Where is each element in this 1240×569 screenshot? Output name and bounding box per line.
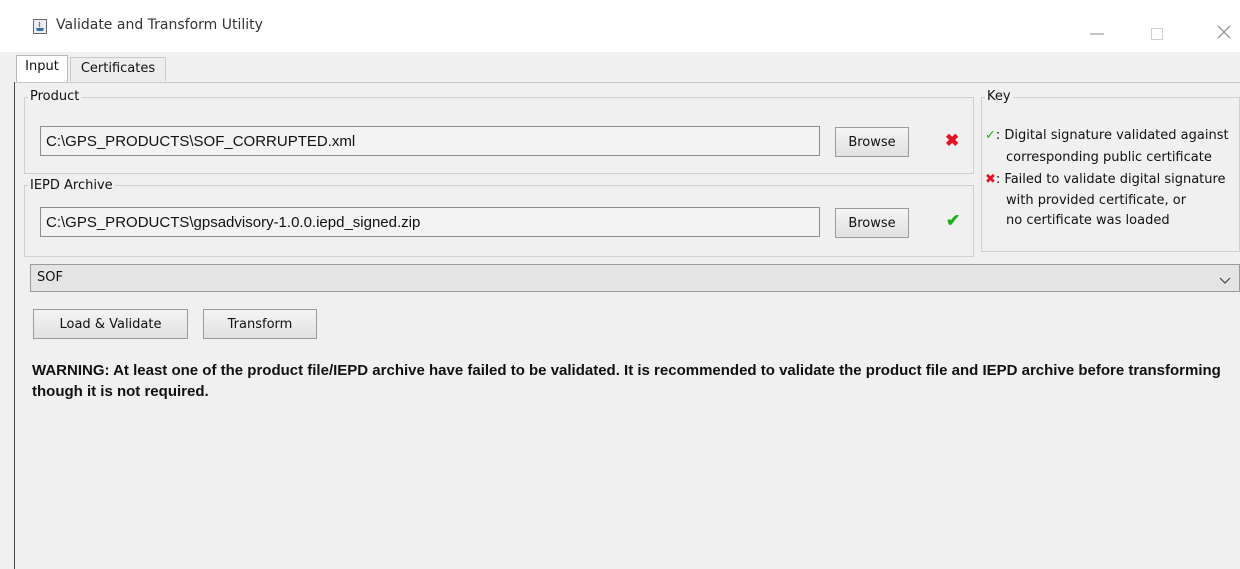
title-bar: Validate and Transform Utility: [0, 0, 1240, 52]
window-title: Validate and Transform Utility: [56, 17, 263, 33]
green-check-icon: ✔: [946, 211, 961, 230]
product-browse-button[interactable]: Browse: [835, 127, 909, 157]
panel-border: [14, 82, 15, 569]
transform-button[interactable]: Transform: [203, 309, 317, 339]
key-valid-line: ✓: Digital signature validated against: [985, 128, 1229, 143]
tab-divider: [16, 82, 1240, 83]
x-icon: ✖: [985, 172, 996, 187]
app-window: Validate and Transform Utility Input Cer…: [0, 0, 1240, 569]
close-icon[interactable]: [1194, 8, 1240, 44]
iepd-group-label: IEPD Archive: [28, 178, 115, 193]
iepd-browse-button[interactable]: Browse: [835, 208, 909, 238]
red-x-icon: ✖: [945, 131, 960, 150]
key-valid-text-1: : Digital signature validated against: [995, 128, 1229, 143]
iepd-path-field[interactable]: C:\GPS_PRODUCTS\gpsadvisory-1.0.0.iepd_s…: [40, 207, 820, 237]
type-select-value: SOF: [37, 270, 63, 285]
key-invalid-line: ✖: Failed to validate digital signature: [985, 172, 1226, 187]
product-group-label: Product: [28, 89, 82, 104]
key-valid-line-2: corresponding public certificate: [1006, 150, 1212, 165]
key-invalid-text-1: : Failed to validate digital signature: [995, 172, 1226, 187]
tab-strip: [0, 52, 1240, 82]
tab-certificates[interactable]: Certificates: [70, 57, 166, 81]
product-path-field[interactable]: C:\GPS_PRODUCTS\SOF_CORRUPTED.xml: [40, 126, 820, 156]
maximize-icon[interactable]: [1136, 8, 1182, 44]
type-select[interactable]: SOF: [30, 264, 1240, 292]
chevron-down-icon[interactable]: [1219, 273, 1231, 284]
load-validate-button[interactable]: Load & Validate: [33, 309, 188, 339]
tab-input[interactable]: Input: [16, 55, 68, 83]
minimize-icon[interactable]: [1076, 8, 1122, 44]
key-group-label: Key: [985, 89, 1013, 104]
key-invalid-line-2: with provided certificate, or: [1006, 193, 1187, 208]
warning-message: WARNING: At least one of the product fil…: [32, 362, 1221, 400]
java-app-icon: [33, 19, 47, 34]
check-icon: ✓: [985, 128, 996, 143]
key-invalid-line-3: no certificate was loaded: [1006, 213, 1170, 228]
